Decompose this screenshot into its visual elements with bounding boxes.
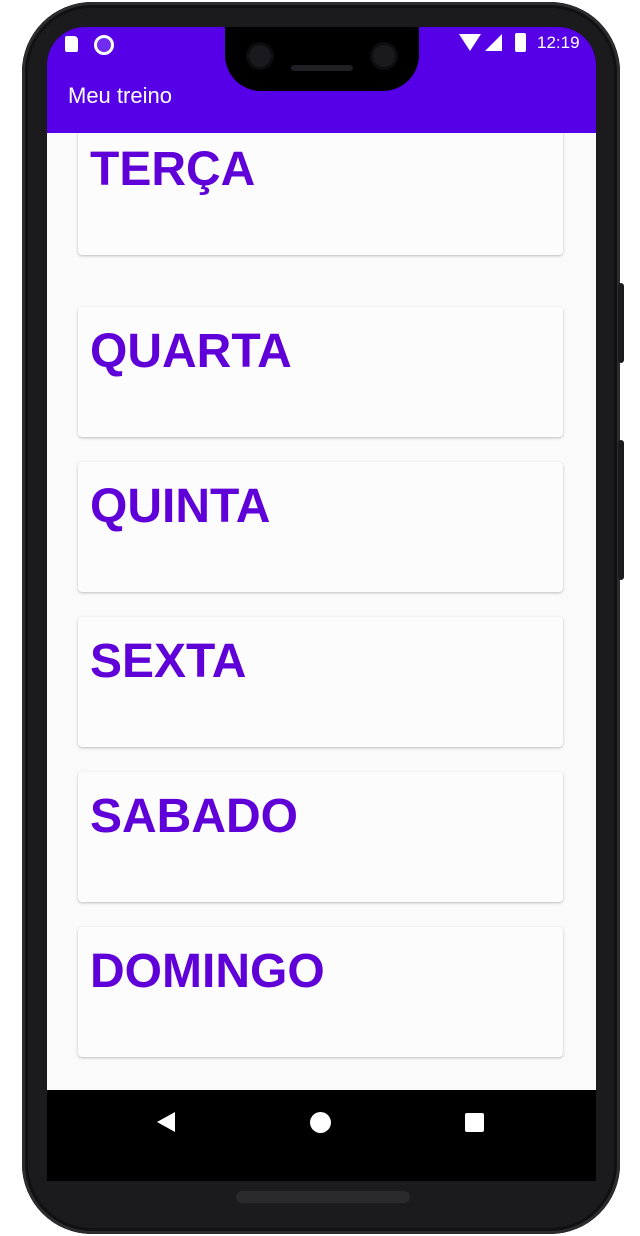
home-icon[interactable] [310,1112,331,1133]
app-title: Meu treino [68,83,172,108]
day-list: TERÇA QUARTA QUINTA SEXTA SABADO DOMINGO [47,133,596,1090]
battery-icon [515,33,526,52]
day-card-quinta[interactable]: QUINTA [78,462,563,592]
earpiece-speaker [291,65,353,71]
recents-icon[interactable] [465,1113,484,1132]
signal-icon [485,34,502,51]
day-card-terca[interactable]: TERÇA [78,133,563,255]
front-sensor-icon [373,45,395,67]
back-icon[interactable] [157,1112,175,1132]
day-card-label: QUARTA [90,325,292,378]
day-card-quarta[interactable]: QUARTA [78,307,563,437]
status-time: 12:19 [537,33,580,52]
sd-card-icon [65,36,78,52]
day-card-sexta[interactable]: SEXTA [78,617,563,747]
day-card-label: SEXTA [90,635,247,688]
device-screen: 12:19 Meu treino TERÇA QUARTA QUINTA SEX… [47,27,596,1181]
day-card-domingo[interactable]: DOMINGO [78,927,563,1057]
day-card-label: DOMINGO [90,945,325,998]
wifi-icon [459,34,481,51]
day-card-label: TERÇA [90,143,256,196]
volume-button [618,440,624,580]
day-card-label: SABADO [90,790,299,843]
sync-icon [94,35,114,55]
navigation-bar [47,1090,596,1181]
power-button [618,283,624,363]
day-card-label: QUINTA [90,480,271,533]
day-card-sabado[interactable]: SABADO [78,772,563,902]
front-camera-icon [249,45,271,67]
bottom-speaker [236,1191,410,1203]
